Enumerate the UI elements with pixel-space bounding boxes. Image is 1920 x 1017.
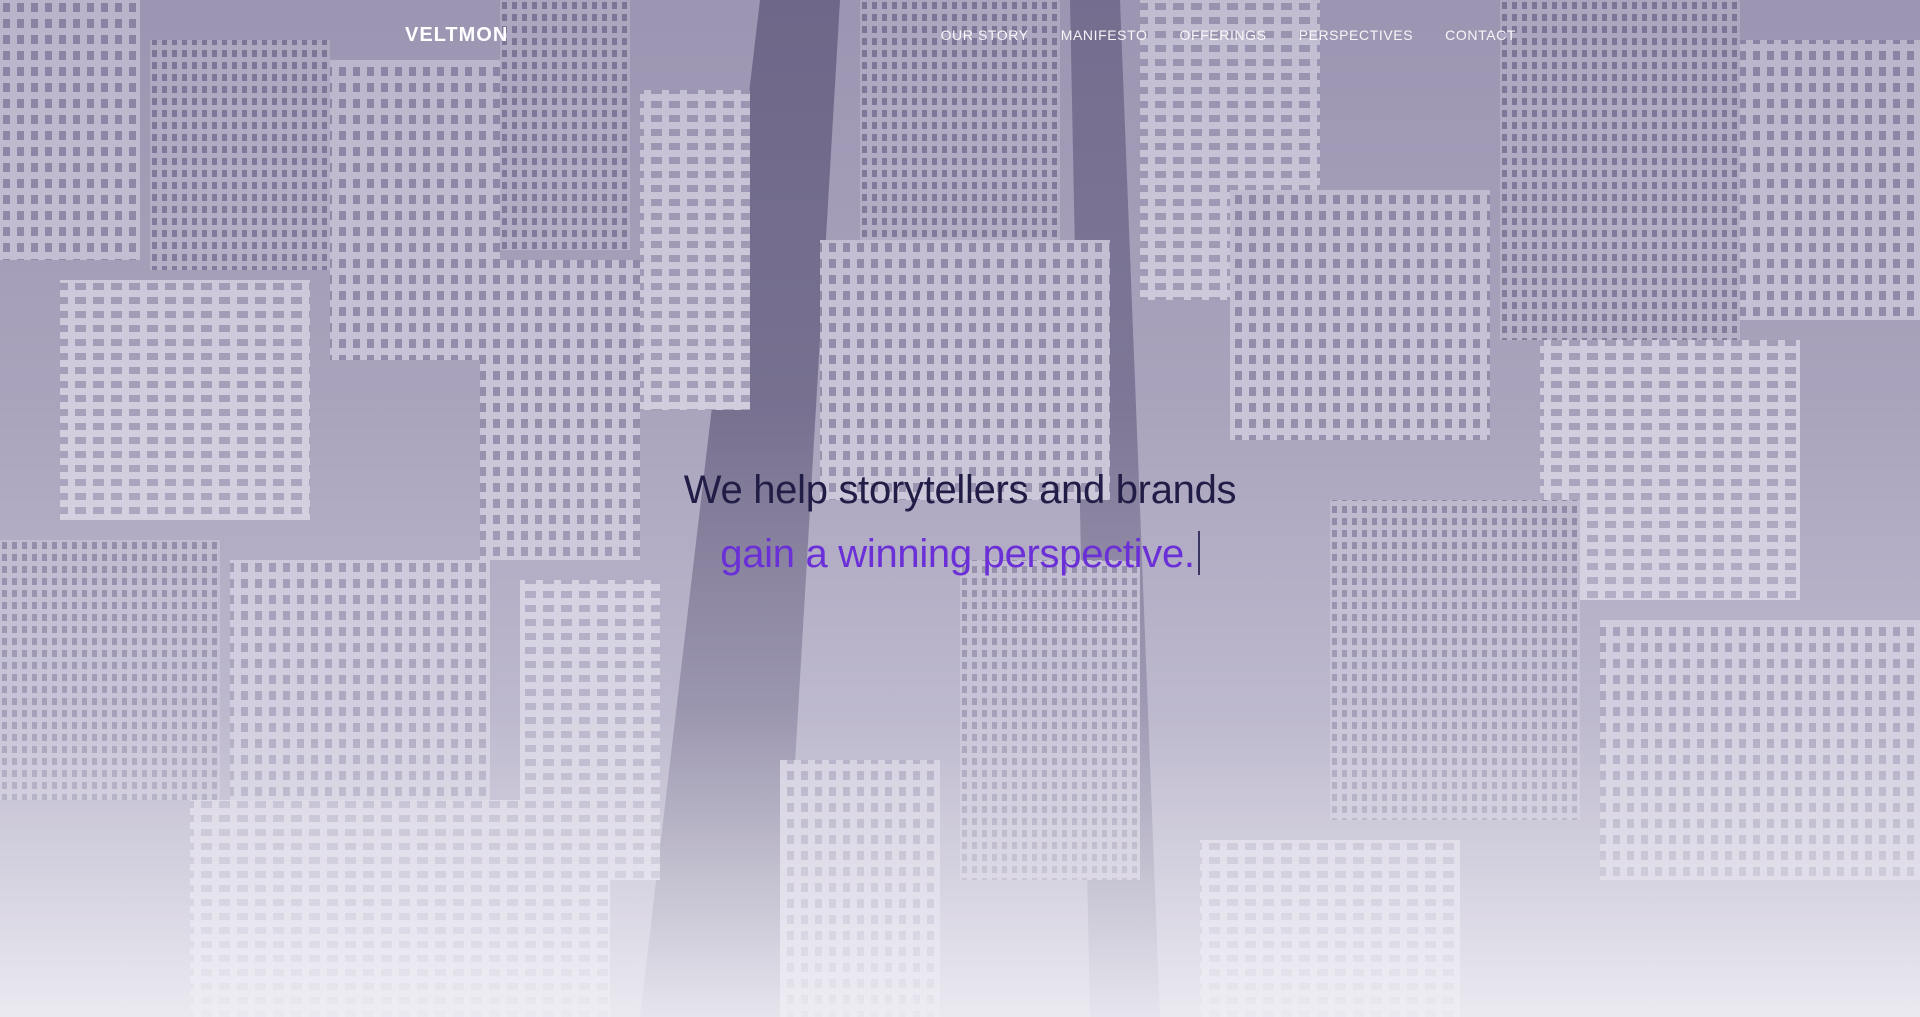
nav-link-manifesto[interactable]: MANIFESTO (1061, 27, 1148, 43)
nav-link-perspectives[interactable]: PERSPECTIVES (1299, 27, 1414, 43)
nav-link-contact[interactable]: CONTACT (1445, 27, 1516, 43)
top-navigation: VELTMON OUR STORY MANIFESTO OFFERINGS PE… (0, 0, 1920, 72)
logo[interactable]: VELTMON (405, 24, 508, 47)
nav-link-our-story[interactable]: OUR STORY (941, 27, 1029, 43)
nav-links: OUR STORY MANIFESTO OFFERINGS PERSPECTIV… (941, 27, 1516, 43)
hero-headline: We help storytellers and brands gain a w… (0, 462, 1920, 590)
headline-accent-text: gain a winning perspective. (720, 532, 1195, 576)
nav-link-offerings[interactable]: OFFERINGS (1180, 27, 1267, 43)
typing-cursor (1197, 531, 1200, 575)
headline-line-1: We help storytellers and brands (683, 468, 1237, 512)
headline-line-2: gain a winning perspective. (0, 518, 1920, 590)
page: VELTMON OUR STORY MANIFESTO OFFERINGS PE… (0, 0, 1920, 1017)
